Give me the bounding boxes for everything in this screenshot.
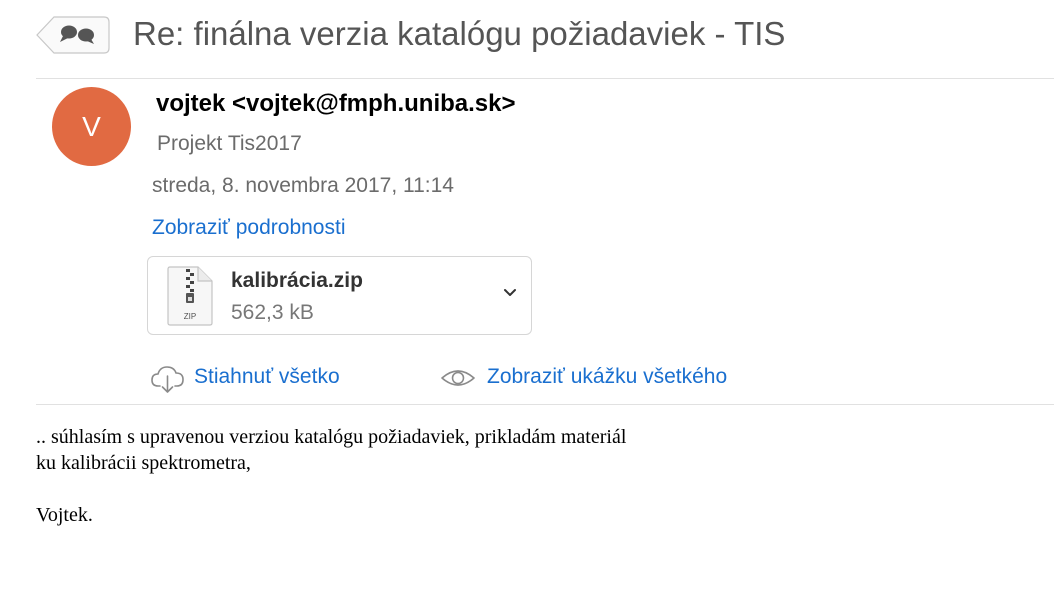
preview-all-label: Zobraziť ukážku všetkého [487,365,728,388]
body-divider [36,404,1054,405]
body-signature: Vojtek. [36,504,93,526]
message-subject: Re: finálna verzia katalógu požiadaviek … [133,15,786,52]
message-header: Re: finálna verzia katalógu požiadaviek … [0,0,1054,78]
attachment-name: kalibrácia.zip [231,269,363,292]
body-line: .. súhlasím s upravenou verziou katalógu… [36,426,627,448]
attachment-size: 562,3 kB [231,301,314,324]
body-line: ku kalibrácii spektrometra, [36,452,251,474]
zip-label: ZIP [184,312,196,321]
eye-icon [441,370,475,386]
conversation-back-button[interactable] [36,16,110,54]
zip-file-icon: ZIP [167,266,213,326]
header-divider [36,78,1054,79]
message-date: streda, 8. novembra 2017, 11:14 [152,174,454,197]
message-body: .. súhlasím s upravenou verziou katalógu… [36,424,1016,528]
recipient-name[interactable]: Projekt Tis2017 [157,132,302,156]
download-all-label: Stiahnuť všetko [194,365,340,388]
speech-bubbles-icon [36,16,110,54]
attachment-card[interactable]: ZIP kalibrácia.zip 562,3 kB [147,256,532,335]
sender-address[interactable]: vojtek <vojtek@fmph.uniba.sk> [156,90,516,118]
chevron-down-icon[interactable] [503,287,517,299]
cloud-download-icon [151,366,184,393]
show-details-link[interactable]: Zobraziť podrobnosti [152,216,345,240]
sender-avatar: V [52,87,131,166]
